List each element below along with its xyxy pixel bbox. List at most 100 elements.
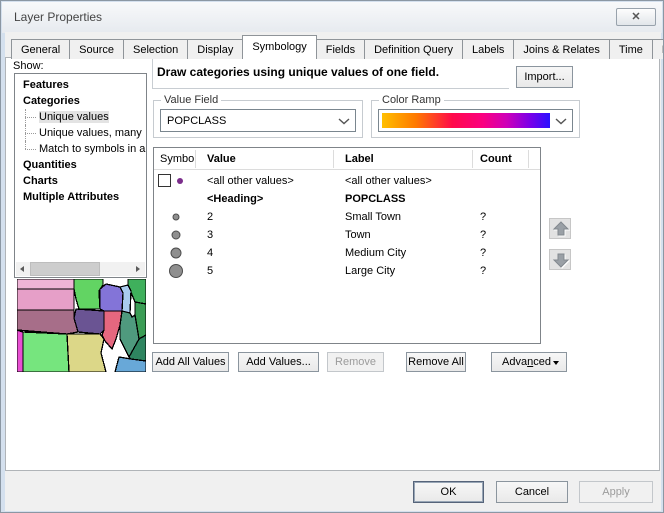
advanced-label: Advanced [502, 356, 551, 368]
count-cell: ? [480, 208, 486, 226]
tab-html-popup[interactable]: HTML Popup [652, 39, 664, 59]
cancel-button[interactable]: Cancel [496, 481, 568, 503]
category-symbol-icon [173, 214, 180, 221]
tab-selection[interactable]: Selection [123, 39, 188, 59]
table-header: Symbol Value Label Count [154, 148, 540, 170]
all-other-values-symbol-icon [177, 178, 183, 184]
tree-item-unique-values-many[interactable]: Unique values, many [15, 125, 146, 141]
layer-properties-dialog: Layer Properties ✕ GeneralSourceSelectio… [0, 0, 664, 513]
tree-item-label: Multiple Attributes [23, 191, 119, 203]
color-ramp-group-label: Color Ramp [379, 94, 444, 106]
titlebar[interactable]: Layer Properties ✕ [2, 2, 662, 33]
symbol-cell[interactable] [154, 208, 198, 226]
tree-item-label: Categories [23, 95, 80, 107]
move-down-button[interactable] [549, 249, 571, 270]
tree-item-unique-values[interactable]: Unique values [15, 109, 146, 125]
tab-display[interactable]: Display [187, 39, 243, 59]
label-cell: <all other values> [345, 172, 432, 190]
table-row[interactable]: <Heading>POPCLASS [154, 190, 540, 208]
color-ramp-dropdown[interactable] [378, 109, 573, 132]
state-polygon [17, 279, 74, 289]
advanced-button[interactable]: Advanced [491, 352, 567, 372]
chevron-down-icon [555, 118, 567, 125]
scroll-left-arrow-icon[interactable] [16, 262, 30, 276]
ok-button[interactable]: OK [413, 481, 484, 503]
label-cell: Small Town [345, 208, 401, 226]
tab-time[interactable]: Time [609, 39, 653, 59]
tab-symbology[interactable]: Symbology [242, 35, 316, 59]
heading-panel: Draw categories using unique values of o… [152, 59, 509, 89]
tree-item-quantities[interactable]: Quantities [15, 157, 146, 173]
value-field-dropdown[interactable]: POPCLASS [160, 109, 356, 132]
remove-all-button[interactable]: Remove All [406, 352, 466, 372]
value-cell: 3 [207, 226, 213, 244]
apply-button[interactable]: Apply [579, 481, 653, 503]
tab-source[interactable]: Source [69, 39, 124, 59]
scrollbar-thumb[interactable] [30, 262, 100, 276]
chevron-down-icon [338, 118, 350, 125]
symbol-cell[interactable] [154, 172, 198, 190]
count-cell: ? [480, 244, 486, 262]
move-up-button[interactable] [549, 218, 571, 239]
column-header-symbol: Symbol [160, 148, 197, 170]
value-field-group: Value Field POPCLASS [153, 100, 363, 138]
tab-general[interactable]: General [11, 39, 70, 59]
tree-item-label: Match to symbols in a [39, 143, 145, 155]
tab-fields[interactable]: Fields [316, 39, 365, 59]
state-polygon [23, 332, 69, 372]
tab-definition-query[interactable]: Definition Query [364, 39, 463, 59]
category-symbol-icon [171, 248, 182, 259]
count-cell: ? [480, 262, 486, 280]
color-ramp-group: Color Ramp [371, 100, 580, 138]
state-polygon [17, 289, 74, 310]
state-polygon [74, 309, 106, 334]
window-title: Layer Properties [14, 10, 102, 24]
color-ramp-swatch [382, 113, 550, 128]
table-row[interactable]: <all other values><all other values> [154, 172, 540, 190]
import-button[interactable]: Import... [516, 66, 573, 88]
table-row[interactable]: 3Town? [154, 226, 540, 244]
label-cell: POPCLASS [345, 190, 406, 208]
tree-hscrollbar[interactable] [16, 262, 145, 276]
value-field-group-label: Value Field [161, 94, 221, 106]
tree-item-multiple-attributes[interactable]: Multiple Attributes [15, 189, 146, 205]
close-icon: ✕ [631, 11, 640, 23]
scroll-right-arrow-icon[interactable] [131, 262, 145, 276]
table-row[interactable]: 4 Medium City? [154, 244, 540, 262]
arrow-up-icon [551, 219, 571, 239]
symbol-cell [154, 190, 198, 208]
tree-item-match-to-symbols-in-a[interactable]: Match to symbols in a [15, 141, 146, 157]
tab-joins-relates[interactable]: Joins & Relates [513, 39, 609, 59]
tab-labels[interactable]: Labels [462, 39, 514, 59]
value-cell: 2 [207, 208, 213, 226]
column-header-value: Value [207, 148, 236, 170]
method-description: Draw categories using unique values of o… [157, 65, 439, 79]
show-tree: Features Categories Unique values Unique va… [14, 73, 147, 278]
tree-item-label: Unique values [39, 111, 109, 123]
tree-item-features[interactable]: Features [15, 77, 146, 93]
dropdown-caret-icon [553, 361, 559, 365]
table-row[interactable]: 2 Small Town? [154, 208, 540, 226]
symbol-cell[interactable] [154, 244, 198, 262]
state-polygon [17, 330, 23, 372]
add-values-button[interactable]: Add Values... [238, 352, 319, 372]
all-other-values-checkbox[interactable] [158, 174, 171, 187]
show-label: Show: [13, 60, 44, 72]
tree-item-categories[interactable]: Categories [15, 93, 146, 109]
add-all-values-button[interactable]: Add All Values [152, 352, 229, 372]
tree-item-charts[interactable]: Charts [15, 173, 146, 189]
remove-button[interactable]: Remove [327, 352, 384, 372]
arrow-down-icon [551, 250, 571, 270]
tab-strip: GeneralSourceSelectionDisplaySymbologyFi… [11, 37, 664, 58]
value-cell: 4 [207, 244, 213, 262]
symbol-cell[interactable] [154, 262, 198, 280]
state-polygon [102, 311, 122, 349]
tree-item-label: Quantities [23, 159, 77, 171]
label-cell: Medium City [345, 244, 406, 262]
count-cell: ? [480, 226, 486, 244]
close-button[interactable]: ✕ [616, 8, 656, 26]
state-polygon [74, 279, 103, 309]
symbol-cell[interactable] [154, 226, 198, 244]
table-row[interactable]: 5Large City? [154, 262, 540, 280]
unique-values-table: Symbol Value Label Count <all other valu… [153, 147, 541, 344]
